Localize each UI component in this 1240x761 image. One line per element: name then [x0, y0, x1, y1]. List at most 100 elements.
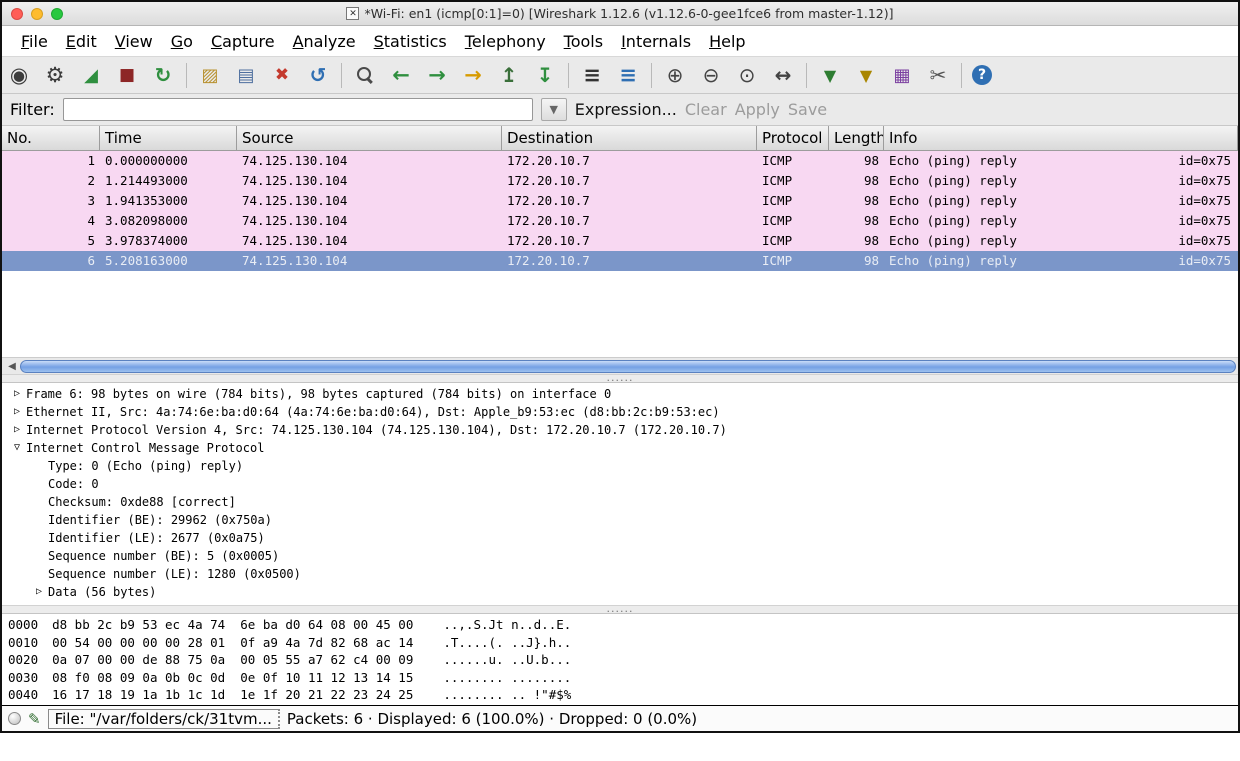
hex-line[interactable]: 00200a 07 00 00 de 88 75 0a 00 05 55 a7 … [8, 651, 1232, 669]
filter-input[interactable] [63, 98, 533, 121]
go-back-icon[interactable] [388, 62, 414, 89]
restart-capture-icon[interactable] [150, 62, 176, 89]
column-header-time[interactable]: Time [100, 126, 237, 150]
column-header-length[interactable]: Length [829, 126, 884, 150]
expert-info-icon[interactable] [8, 712, 21, 725]
detail-line[interactable]: ▽Internet Control Message Protocol [2, 439, 1238, 457]
title-bar: *Wi-Fi: en1 (icmp[0:1]=0) [Wireshark 1.1… [2, 2, 1238, 26]
detail-line[interactable]: Type: 0 (Echo (ping) reply) [2, 457, 1238, 475]
go-forward-icon[interactable] [424, 62, 450, 89]
menu-analyze[interactable]: Analyze [284, 30, 365, 53]
cell-destination: 172.20.10.7 [502, 151, 757, 171]
packet-row[interactable]: 4 3.082098000 74.125.130.104 172.20.10.7… [2, 211, 1238, 231]
detail-line[interactable]: ▷Internet Protocol Version 4, Src: 74.12… [2, 421, 1238, 439]
packet-row[interactable]: 3 1.941353000 74.125.130.104 172.20.10.7… [2, 191, 1238, 211]
hex-line[interactable]: 004016 17 18 19 1a 1b 1c 1d 1e 1f 20 21 … [8, 686, 1232, 704]
close-window-button[interactable] [11, 8, 23, 20]
column-header-destination[interactable]: Destination [502, 126, 757, 150]
menu-file[interactable]: File [12, 30, 57, 53]
zoom-out-icon[interactable] [698, 62, 724, 89]
cell-length: 98 [829, 191, 884, 211]
help-icon[interactable] [972, 65, 992, 85]
stop-capture-icon[interactable] [114, 62, 140, 89]
resize-columns-icon[interactable] [770, 62, 796, 89]
capture-comment-icon[interactable] [28, 710, 41, 728]
column-header-protocol[interactable]: Protocol [757, 126, 829, 150]
detail-line[interactable]: Code: 0 [2, 475, 1238, 493]
filter-dropdown-button[interactable] [541, 98, 567, 121]
menu-internals[interactable]: Internals [612, 30, 700, 53]
menu-go[interactable]: Go [162, 30, 202, 53]
detail-line[interactable]: Checksum: 0xde88 [correct] [2, 493, 1238, 511]
detail-line[interactable]: ▷Data (56 bytes) [2, 583, 1238, 601]
capture-options-icon[interactable] [42, 62, 68, 89]
cell-length: 98 [829, 151, 884, 171]
go-to-bottom-icon[interactable] [532, 62, 558, 89]
detail-line[interactable]: Sequence number (LE): 1280 (0x0500) [2, 565, 1238, 583]
packet-row-selected[interactable]: 6 5.208163000 74.125.130.104 172.20.10.7… [2, 251, 1238, 271]
save-button[interactable]: Save [788, 100, 827, 119]
expander-icon [30, 547, 48, 565]
go-to-packet-icon[interactable] [460, 62, 486, 89]
cell-source: 74.125.130.104 [237, 151, 502, 171]
expander-icon[interactable]: ▷ [30, 583, 48, 601]
hex-line[interactable]: 003008 f0 08 09 0a 0b 0c 0d 0e 0f 10 11 … [8, 669, 1232, 687]
colorize-list-icon[interactable] [579, 62, 605, 89]
filter-bar: Filter: Expression... Clear Apply Save [2, 94, 1238, 126]
column-header-no[interactable]: No. [2, 126, 100, 150]
hex-line[interactable]: 0000d8 bb 2c b9 53 ec 4a 74 6e ba d0 64 … [8, 616, 1232, 634]
status-file-label: File: "/var/folders/ck/31tvm... [48, 709, 280, 729]
auto-scroll-icon[interactable] [615, 62, 641, 89]
pane-resize-handle[interactable] [2, 374, 1238, 383]
menu-statistics[interactable]: Statistics [365, 30, 456, 53]
expander-icon [30, 529, 48, 547]
pane-resize-handle[interactable] [2, 605, 1238, 614]
menu-tools[interactable]: Tools [555, 30, 612, 53]
cell-no: 4 [2, 211, 100, 231]
detail-line[interactable]: Identifier (LE): 2677 (0x0a75) [2, 529, 1238, 547]
detail-line[interactable]: Sequence number (BE): 5 (0x0005) [2, 547, 1238, 565]
display-filters-icon[interactable] [853, 62, 879, 89]
close-file-icon[interactable] [269, 62, 295, 89]
capture-filters-icon[interactable] [817, 62, 843, 89]
reload-icon[interactable] [305, 62, 331, 89]
detail-line[interactable]: ▷Ethernet II, Src: 4a:74:6e:ba:d0:64 (4a… [2, 403, 1238, 421]
cell-no: 6 [2, 251, 100, 271]
expander-icon[interactable]: ▷ [8, 403, 26, 421]
zoom-100-icon[interactable] [734, 62, 760, 89]
go-to-top-icon[interactable] [496, 62, 522, 89]
coloring-rules-icon[interactable] [889, 62, 915, 89]
apply-button[interactable]: Apply [735, 100, 780, 119]
menu-help[interactable]: Help [700, 30, 754, 53]
zoom-window-button[interactable] [51, 8, 63, 20]
start-capture-icon[interactable] [78, 62, 104, 89]
menu-view[interactable]: View [106, 30, 162, 53]
expander-icon[interactable]: ▽ [8, 439, 26, 457]
zoom-in-icon[interactable] [662, 62, 688, 89]
menu-capture[interactable]: Capture [202, 30, 284, 53]
expander-icon[interactable]: ▷ [8, 385, 26, 403]
detail-line[interactable]: Identifier (BE): 29962 (0x750a) [2, 511, 1238, 529]
packet-row[interactable]: 2 1.214493000 74.125.130.104 172.20.10.7… [2, 171, 1238, 191]
detail-line[interactable]: ▷Frame 6: 98 bytes on wire (784 bits), 9… [2, 385, 1238, 403]
cell-info: Echo (ping) replyid=0x75 [884, 231, 1238, 251]
column-header-source[interactable]: Source [237, 126, 502, 150]
save-file-icon[interactable] [233, 62, 259, 89]
cell-destination: 172.20.10.7 [502, 171, 757, 191]
clear-button[interactable]: Clear [685, 100, 727, 119]
cell-protocol: ICMP [757, 191, 829, 211]
preferences-icon[interactable] [925, 62, 951, 89]
packet-row[interactable]: 5 3.978374000 74.125.130.104 172.20.10.7… [2, 231, 1238, 251]
menu-telephony[interactable]: Telephony [456, 30, 555, 53]
expression-button[interactable]: Expression... [575, 100, 677, 119]
open-file-icon[interactable] [197, 62, 223, 89]
minimize-window-button[interactable] [31, 8, 43, 20]
list-interfaces-icon[interactable] [6, 62, 32, 89]
hex-line[interactable]: 001000 54 00 00 00 00 28 01 0f a9 4a 7d … [8, 634, 1232, 652]
expander-icon[interactable]: ▷ [8, 421, 26, 439]
menu-edit[interactable]: Edit [57, 30, 106, 53]
find-packet-icon[interactable] [352, 62, 378, 89]
scroll-left-button[interactable] [4, 361, 20, 372]
packet-row[interactable]: 1 0.000000000 74.125.130.104 172.20.10.7… [2, 151, 1238, 171]
column-header-info[interactable]: Info [884, 126, 1238, 150]
